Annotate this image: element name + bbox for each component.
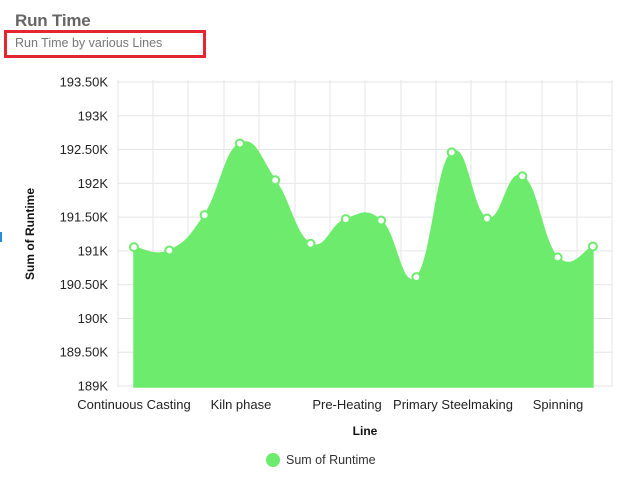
data-point[interactable] [340,214,351,225]
data-point[interactable] [199,210,210,221]
data-point[interactable] [446,147,457,158]
y-tick-label: 190.50K [60,277,109,292]
y-tick-label: 189.50K [60,345,109,360]
x-tick-labels: Continuous Casting Kiln phase Pre-Heating P… [77,397,583,412]
y-tick-label: 192K [78,176,109,191]
data-point[interactable] [305,238,316,249]
data-point[interactable] [587,241,598,252]
data-point[interactable] [552,252,563,263]
y-tick-label: 192.50K [60,142,109,157]
legend-swatch [266,453,280,467]
data-point[interactable] [164,245,175,256]
legend[interactable]: Sum of Runtime [266,453,376,467]
x-tick-label: Spinning [533,397,584,412]
y-tick-label: 191.50K [60,210,109,225]
y-tick-label: 189K [78,379,109,394]
x-tick-label: Kiln phase [211,397,272,412]
data-point[interactable] [517,171,528,182]
data-point[interactable] [482,213,492,224]
y-tick-label: 191K [78,243,109,258]
y-tick-label: 193.50K [60,75,109,90]
y-axis-title: Sum of Runtime [23,188,37,280]
x-tick-label: Primary Steelmaking [393,397,513,412]
legend-label: Sum of Runtime [286,453,376,467]
data-point[interactable] [270,175,281,186]
data-point[interactable] [129,242,139,253]
data-point[interactable] [411,272,422,283]
data-point[interactable] [234,138,245,149]
y-tick-label: 193K [78,108,109,123]
area-chart: 189K 189.50K 190K 190.50K 191K 191.50K 192K 192… [23,75,613,438]
x-axis-title: Line [353,424,378,438]
y-tick-label: 190K [78,311,109,326]
data-point[interactable] [376,215,387,226]
x-tick-label: Continuous Casting [77,397,190,412]
y-tick-labels: 189K 189.50K 190K 190.50K 191K 191.50K 192K 192… [60,75,109,394]
x-tick-label: Pre-Heating [312,397,381,412]
